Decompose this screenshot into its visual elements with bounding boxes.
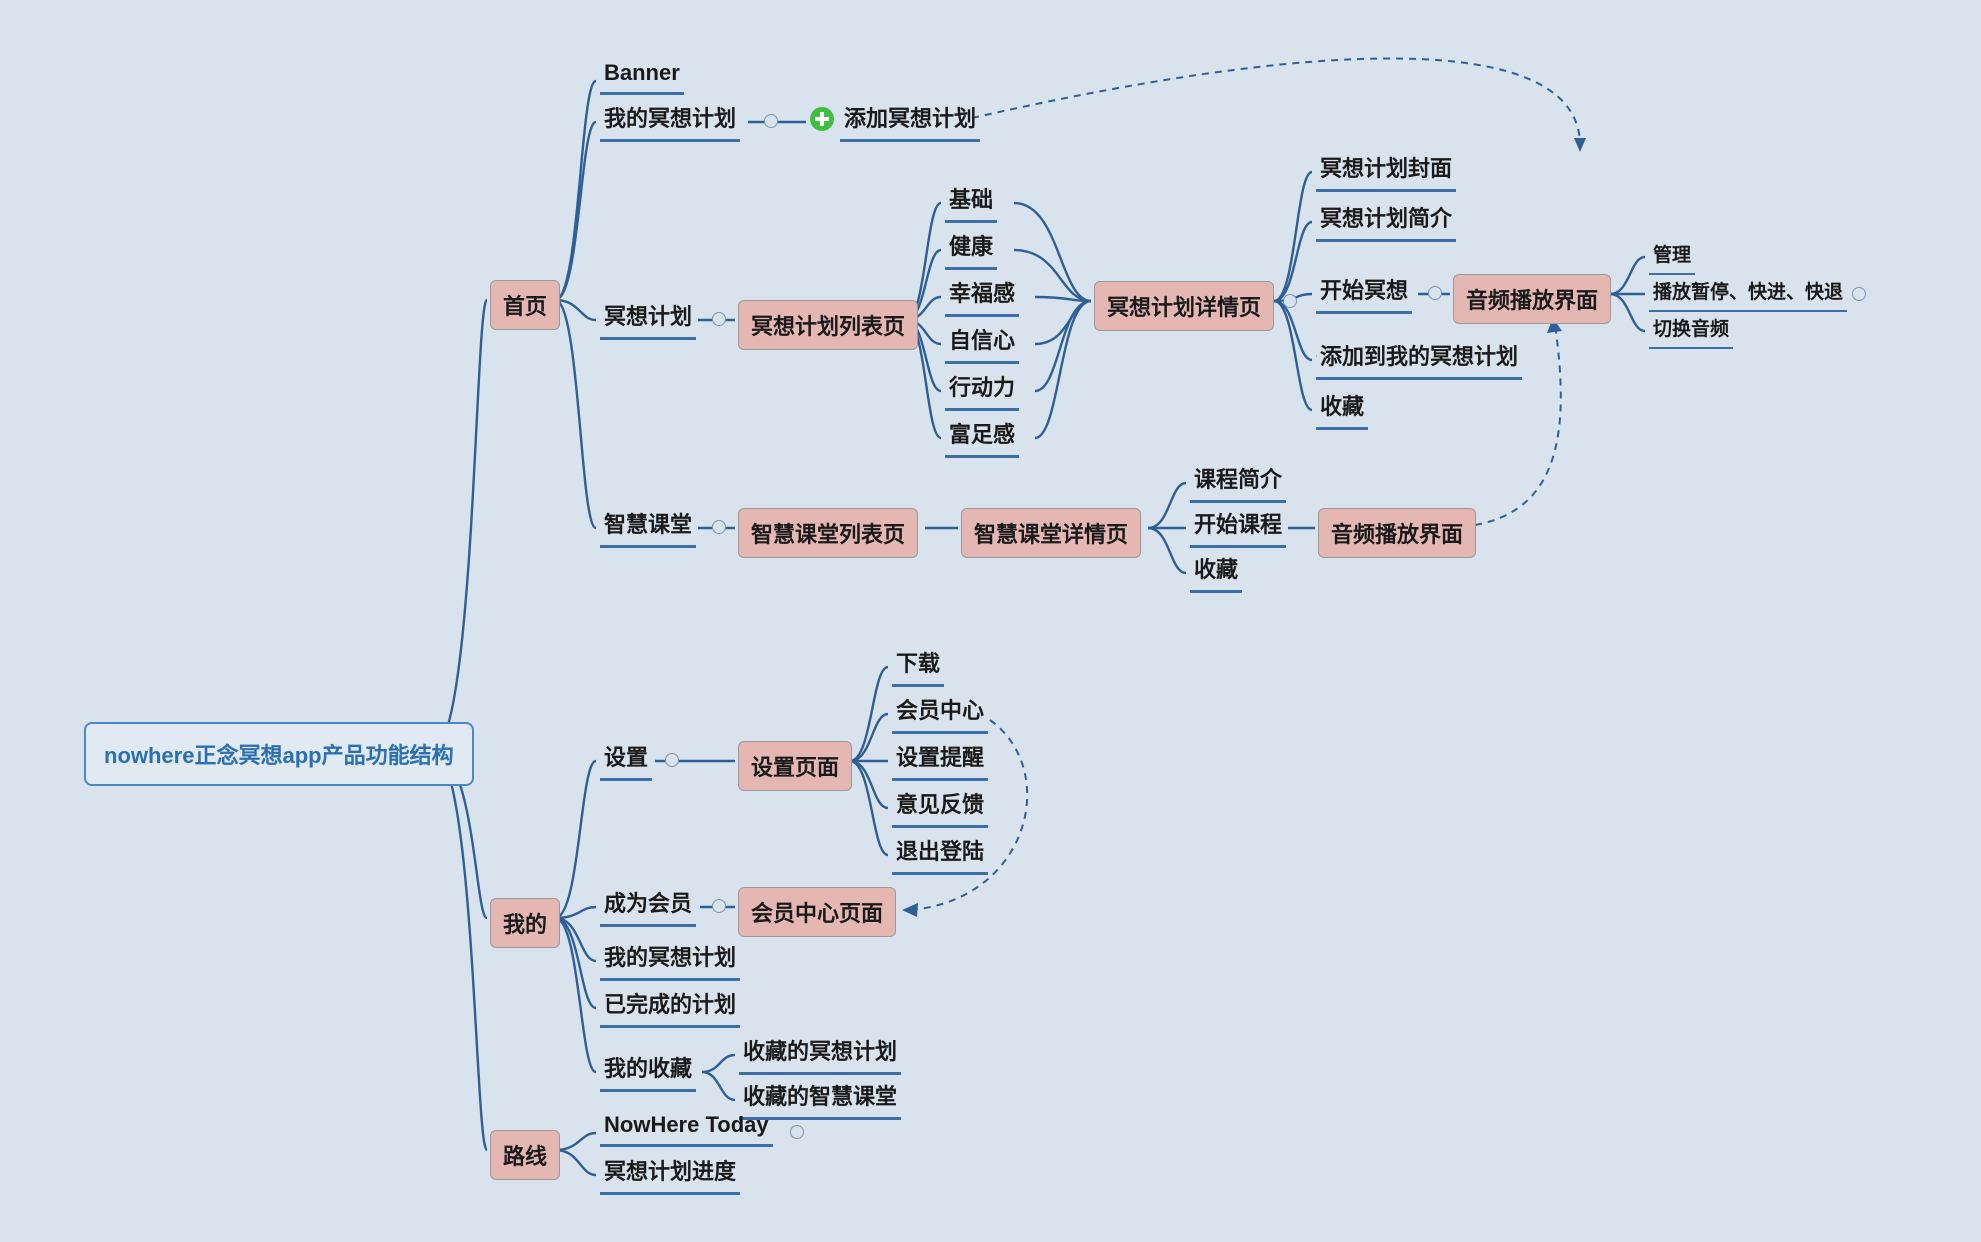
node-become-vip[interactable]: 成为会员 xyxy=(600,884,696,927)
node-audio-player-2[interactable]: 音频播放界面 xyxy=(1318,508,1476,558)
node-audio-manage[interactable]: 管理 xyxy=(1649,238,1695,275)
expander-icon[interactable] xyxy=(1428,286,1442,300)
node-cat-action[interactable]: 行动力 xyxy=(945,368,1019,411)
expander-icon[interactable] xyxy=(1852,287,1866,301)
node-mine[interactable]: 我的 xyxy=(490,898,560,948)
node-audio-controls[interactable]: 播放暂停、快进、快退 xyxy=(1649,275,1847,312)
root-node[interactable]: nowhere正念冥想app产品功能结构 xyxy=(84,722,474,786)
node-nowhere-today[interactable]: NowHere Today xyxy=(600,1110,773,1147)
expander-icon[interactable] xyxy=(1283,294,1297,308)
node-start-meditation[interactable]: 开始冥想 xyxy=(1316,271,1412,314)
node-plan-intro[interactable]: 冥想计划简介 xyxy=(1316,199,1456,242)
node-audio-switch[interactable]: 切换音频 xyxy=(1649,312,1733,349)
node-my-meditation-plan[interactable]: 我的冥想计划 xyxy=(600,99,740,142)
node-add-meditation-plan[interactable]: 添加冥想计划 xyxy=(840,99,980,142)
node-home[interactable]: 首页 xyxy=(490,280,560,330)
node-done-plan[interactable]: 已完成的计划 xyxy=(600,985,740,1028)
node-route[interactable]: 路线 xyxy=(490,1130,560,1180)
node-my-plan-2[interactable]: 我的冥想计划 xyxy=(600,938,740,981)
node-course-fav[interactable]: 收藏 xyxy=(1190,550,1242,593)
node-plan-list[interactable]: 冥想计划列表页 xyxy=(738,300,918,350)
expander-icon[interactable] xyxy=(665,753,679,767)
node-cat-confidence[interactable]: 自信心 xyxy=(945,321,1019,364)
node-cat-happiness[interactable]: 幸福感 xyxy=(945,274,1019,317)
node-class-list[interactable]: 智慧课堂列表页 xyxy=(738,508,918,558)
node-plan-detail[interactable]: 冥想计划详情页 xyxy=(1094,281,1274,331)
node-plan-fav[interactable]: 收藏 xyxy=(1316,387,1368,430)
node-my-fav[interactable]: 我的收藏 xyxy=(600,1049,696,1092)
node-start-course[interactable]: 开始课程 xyxy=(1190,505,1286,548)
expander-icon[interactable] xyxy=(790,1125,804,1139)
expander-icon[interactable] xyxy=(712,899,726,913)
node-vip-page[interactable]: 会员中心页面 xyxy=(738,887,896,937)
node-set-download[interactable]: 下载 xyxy=(892,644,944,687)
node-meditation-plan[interactable]: 冥想计划 xyxy=(600,297,696,340)
expander-icon[interactable] xyxy=(712,520,726,534)
node-wisdom-class[interactable]: 智慧课堂 xyxy=(600,505,696,548)
node-cat-health[interactable]: 健康 xyxy=(945,227,997,270)
plus-icon xyxy=(810,107,834,131)
node-cat-wealth[interactable]: 富足感 xyxy=(945,415,1019,458)
mindmap-canvas: nowhere正念冥想app产品功能结构 首页 我的 路线 Banner 我的冥… xyxy=(0,0,1981,1242)
node-set-reminder[interactable]: 设置提醒 xyxy=(892,738,988,781)
node-plan-progress[interactable]: 冥想计划进度 xyxy=(600,1152,740,1195)
node-audio-player-1[interactable]: 音频播放界面 xyxy=(1453,274,1611,324)
node-course-intro[interactable]: 课程简介 xyxy=(1190,460,1286,503)
node-set-vip[interactable]: 会员中心 xyxy=(892,691,988,734)
node-add-to-my-plan[interactable]: 添加到我的冥想计划 xyxy=(1316,337,1522,380)
node-settings[interactable]: 设置 xyxy=(600,738,652,781)
node-settings-page[interactable]: 设置页面 xyxy=(738,741,852,791)
node-plan-cover[interactable]: 冥想计划封面 xyxy=(1316,149,1456,192)
node-fav-plans[interactable]: 收藏的冥想计划 xyxy=(739,1032,901,1075)
node-class-detail[interactable]: 智慧课堂详情页 xyxy=(961,508,1141,558)
node-set-logout[interactable]: 退出登陆 xyxy=(892,832,988,875)
expander-icon[interactable] xyxy=(712,312,726,326)
expander-icon[interactable] xyxy=(764,114,778,128)
node-banner[interactable]: Banner xyxy=(600,58,684,95)
node-set-feedback[interactable]: 意见反馈 xyxy=(892,785,988,828)
node-cat-basic[interactable]: 基础 xyxy=(945,180,997,223)
